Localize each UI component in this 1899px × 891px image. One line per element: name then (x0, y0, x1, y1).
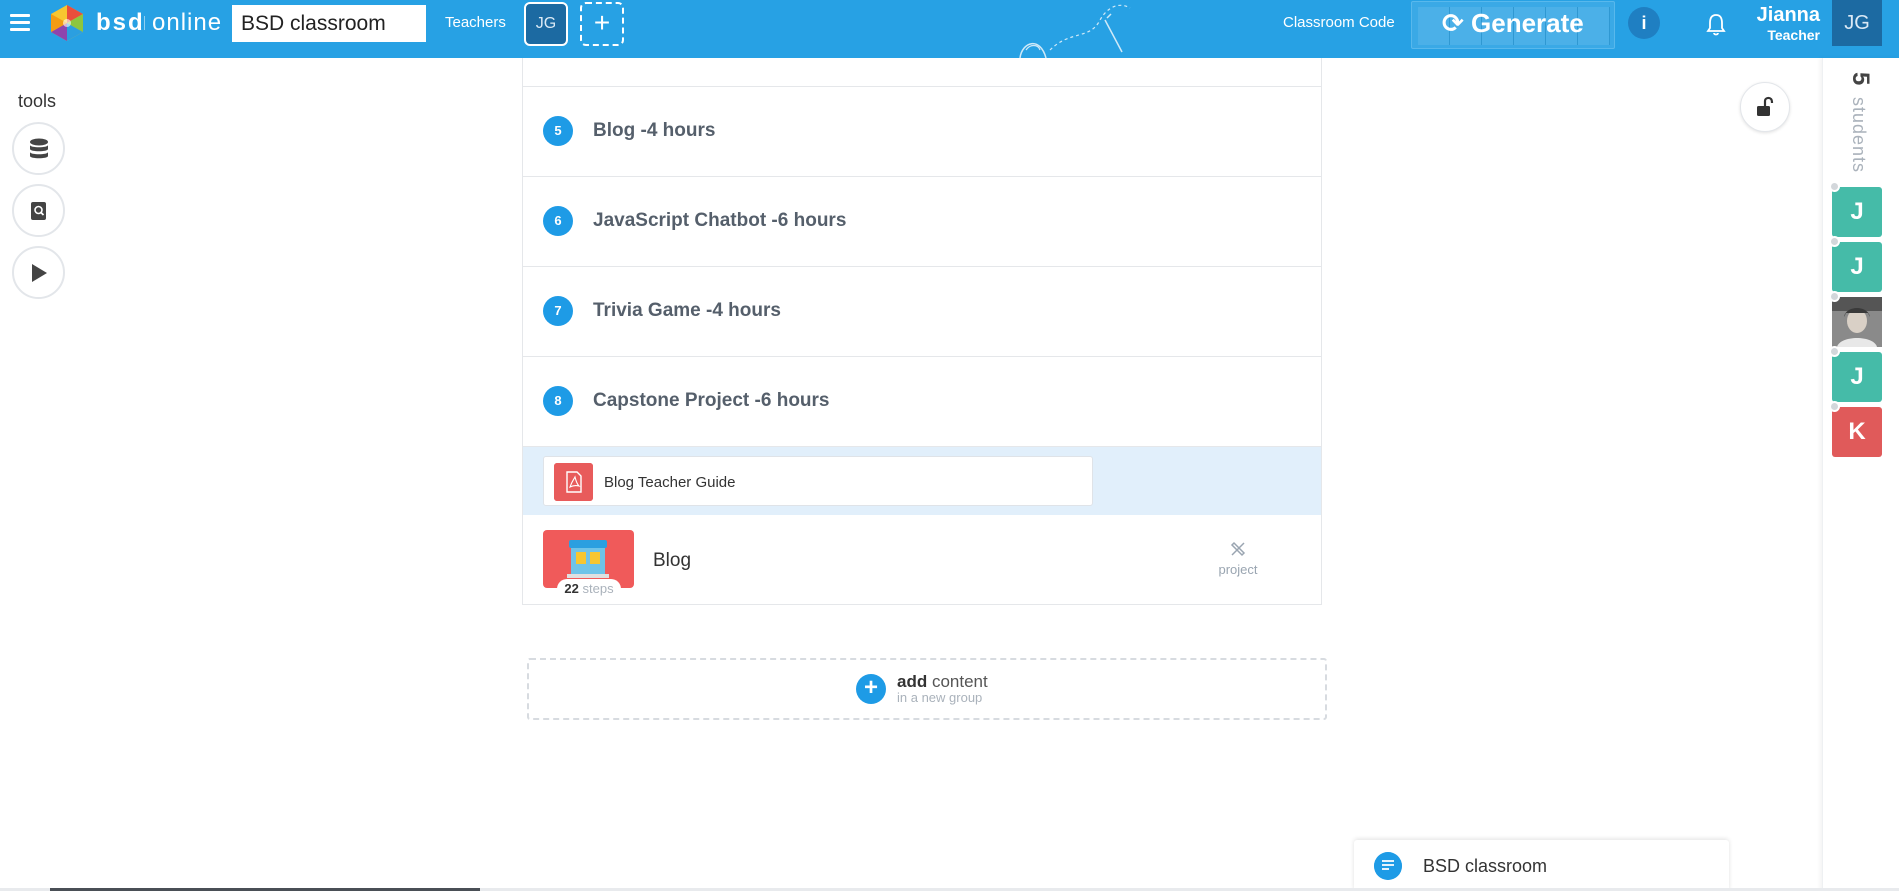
unit-list: 5 Blog -4 hours 6 JavaScript Chatbot -6 … (522, 58, 1322, 605)
unit-row[interactable]: 5 Blog -4 hours (522, 87, 1322, 177)
project-title: Blog (653, 550, 692, 571)
tools-icon (1230, 541, 1246, 557)
students-label: students (1849, 97, 1869, 174)
generate-code-button[interactable]: ⟳ Generate (1411, 1, 1615, 49)
user-name[interactable]: Jianna (1755, 4, 1820, 27)
database-tool-button[interactable] (12, 122, 65, 175)
student-photo-avatar[interactable] (1829, 291, 1882, 347)
chat-bar[interactable]: BSD classroom (1354, 840, 1729, 891)
play-icon (31, 263, 47, 282)
resource-title: Blog Teacher Guide (604, 474, 736, 491)
list-row-top-partial (522, 58, 1322, 87)
chat-title: BSD classroom (1423, 856, 1548, 876)
students-header: 5 students (1840, 72, 1874, 182)
unit-number: 7 (543, 296, 573, 326)
tools-label: tools (18, 91, 57, 111)
resource-row: Blog Teacher Guide (522, 447, 1322, 515)
classroom-code-label: Classroom Code (1283, 14, 1395, 31)
play-tool-button[interactable] (12, 246, 65, 299)
library-tool-button[interactable] (12, 184, 65, 237)
student-avatar[interactable]: J (1829, 181, 1882, 237)
generate-button-text: ⟳ Generate (1442, 8, 1584, 38)
brand-name: bsd (96, 9, 145, 36)
unit-number: 8 (543, 386, 573, 416)
pdf-icon (554, 463, 593, 501)
user-avatar[interactable]: JG (1832, 0, 1882, 46)
project-tag: project (1203, 539, 1273, 577)
unit-title: JavaScript Chatbot -6 hours (593, 210, 847, 231)
add-content-label: add content (897, 672, 988, 691)
teacher-avatar[interactable]: JG (524, 2, 568, 46)
add-content-subtext: in a new group (897, 690, 983, 705)
add-teacher-button[interactable]: + (580, 2, 624, 46)
book-search-icon (30, 201, 46, 220)
database-icon (29, 138, 48, 158)
add-content-button[interactable]: + add content in a new group (527, 658, 1327, 720)
backpack-doodle-icon (1019, 4, 1131, 58)
chat-icon (1374, 852, 1402, 880)
student-avatar[interactable]: J (1829, 236, 1882, 292)
classroom-name-input[interactable] (232, 5, 426, 42)
info-icon[interactable]: i (1628, 7, 1660, 39)
unit-title: Capstone Project -6 hours (593, 390, 830, 411)
lock-toggle-button[interactable] (1740, 82, 1790, 132)
brand-subtitle: online (152, 9, 223, 36)
project-row[interactable]: 22 steps Blog project (522, 515, 1322, 605)
add-icon: + (856, 674, 886, 704)
unit-number: 6 (543, 206, 573, 236)
unit-number: 5 (543, 116, 573, 146)
teacher-guide-card[interactable]: Blog Teacher Guide (543, 456, 1093, 506)
steps-count: 22 steps (557, 579, 621, 599)
student-photo (1832, 297, 1882, 347)
unit-row[interactable]: 6 JavaScript Chatbot -6 hours (522, 177, 1322, 267)
teachers-label: Teachers (445, 14, 506, 31)
unit-title: Trivia Game -4 hours (593, 300, 781, 321)
brand-divider (144, 16, 145, 30)
top-bar: bsd online Teachers JG + Classroom Code … (0, 0, 1899, 58)
student-avatar[interactable]: K (1829, 401, 1882, 457)
unit-row[interactable]: 7 Trivia Game -4 hours (522, 267, 1322, 357)
bsd-logo[interactable] (48, 4, 86, 42)
user-role: Teacher (1767, 27, 1820, 43)
unit-row[interactable]: 8 Capstone Project -6 hours (522, 357, 1322, 447)
students-count: 5 (1847, 72, 1874, 86)
refresh-icon: ⟳ (1442, 8, 1464, 38)
unit-title: Blog -4 hours (593, 120, 716, 141)
student-avatar[interactable]: J (1829, 346, 1882, 402)
menu-icon[interactable] (10, 14, 30, 34)
bell-icon[interactable] (1705, 12, 1727, 36)
unlock-icon (1757, 96, 1774, 116)
